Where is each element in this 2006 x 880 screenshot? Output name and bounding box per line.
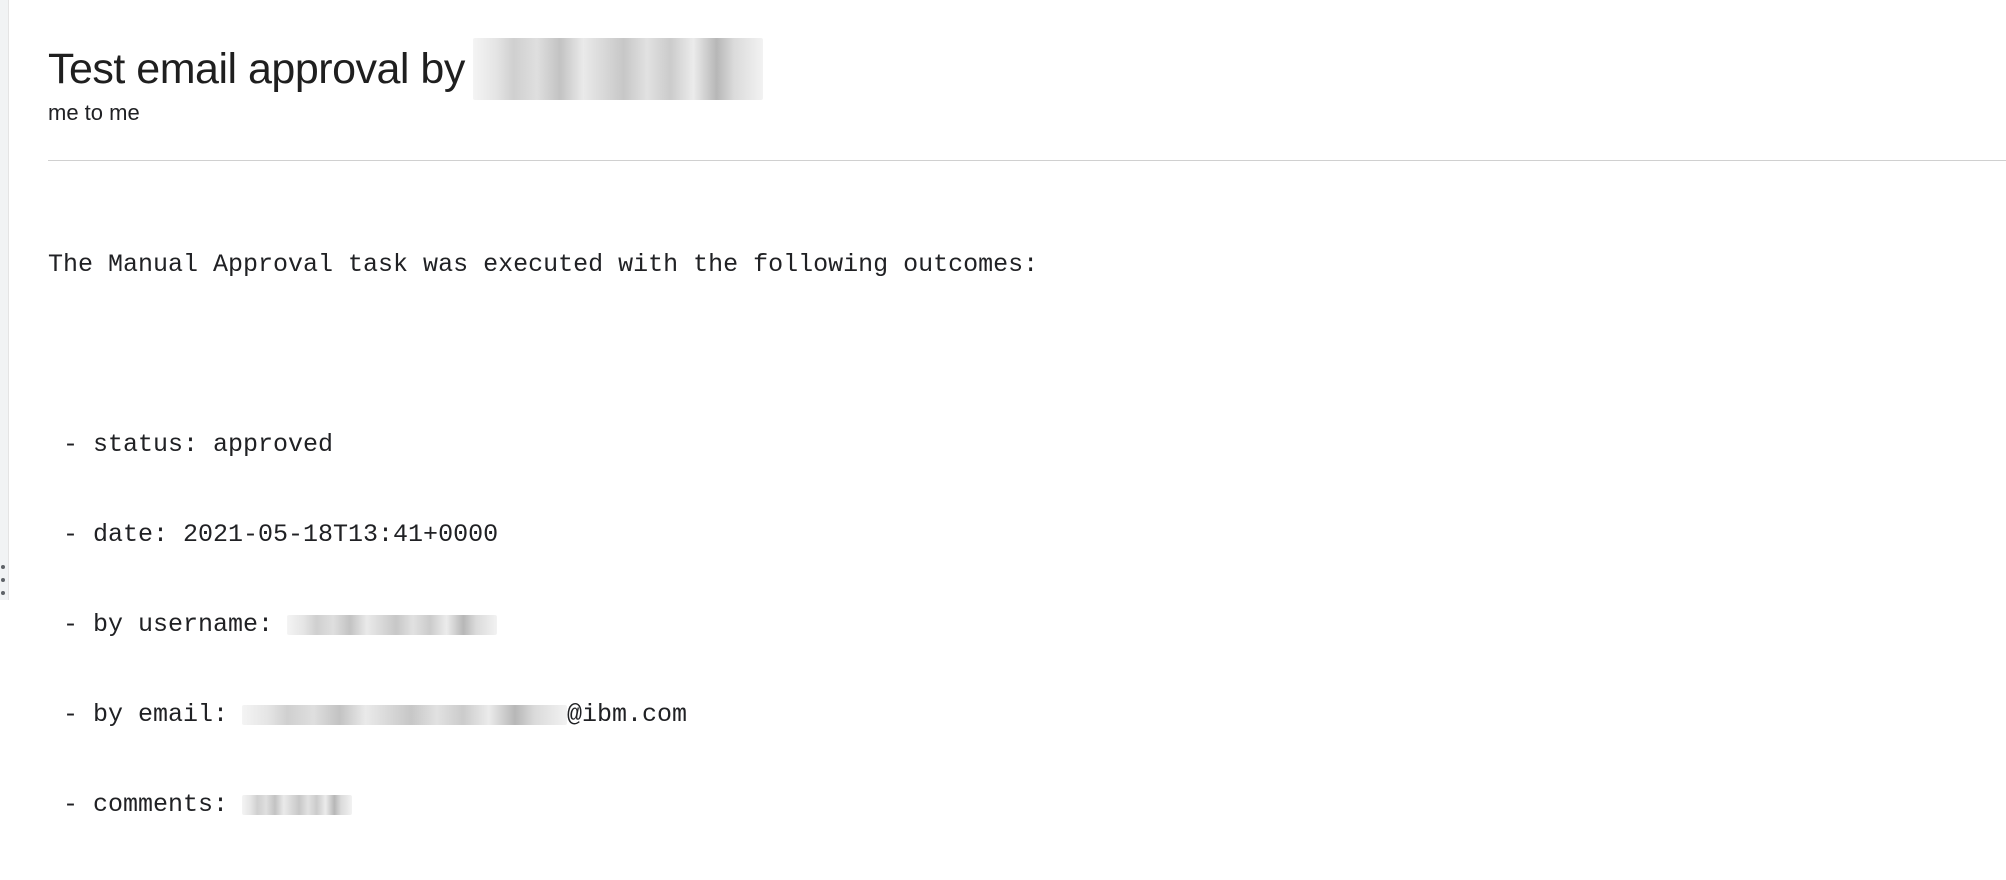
email-subject-row: Test email approval by [48, 38, 763, 100]
body-date: - date: 2021-05-18T13:41+0000 [48, 520, 499, 549]
redacted-comments [242, 795, 353, 815]
email-subject: Test email approval by [48, 45, 465, 93]
body-username-label: - by username: [48, 610, 274, 639]
handle-dot [1, 565, 5, 569]
redacted-email-local-part [242, 705, 568, 725]
redacted-approver-name [472, 38, 763, 100]
left-panel-edge [0, 0, 9, 600]
body-email-domain: @ibm.com [567, 700, 688, 729]
body-username-row: - by username: [48, 610, 1038, 640]
redacted-username [287, 615, 498, 635]
handle-dot [1, 591, 5, 595]
header-divider [48, 160, 2006, 161]
resize-handle[interactable] [0, 565, 6, 595]
email-body: The Manual Approval task was executed wi… [48, 190, 1038, 880]
body-comments-row: - comments: [48, 790, 1038, 820]
email-recipients[interactable]: me to me [48, 100, 140, 126]
handle-dot [1, 578, 5, 582]
body-status: - status: approved [48, 430, 334, 459]
body-intro: The Manual Approval task was executed wi… [48, 250, 1039, 279]
body-email-label: - by email: [48, 700, 229, 729]
body-comments-label: - comments: [48, 790, 229, 819]
body-email-row: - by email: @ibm.com [48, 700, 1038, 730]
